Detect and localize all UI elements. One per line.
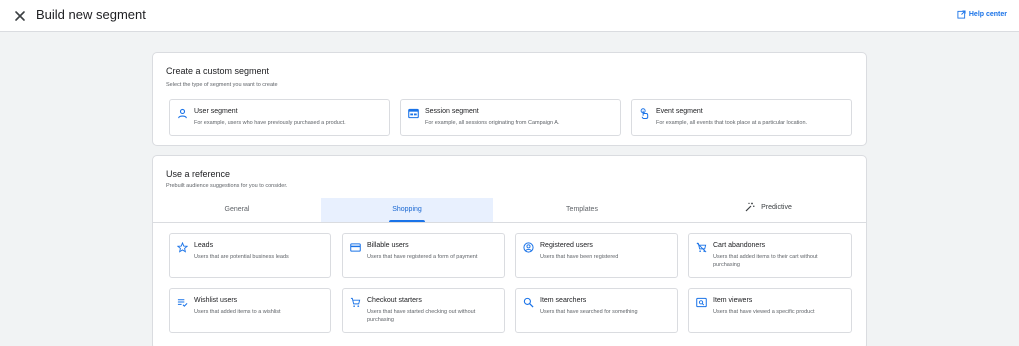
billable-users-card[interactable]: Billable users Users that have registere… <box>342 233 505 278</box>
reference-title: Use a reference <box>166 169 231 179</box>
card-description: For example, all sessions originating fr… <box>425 120 560 126</box>
tab-general[interactable]: General <box>153 198 321 222</box>
registered-users-card[interactable]: Registered users Users that have been re… <box>515 233 678 278</box>
magic-wand-icon <box>745 202 755 212</box>
card-description: For example, users who have previously p… <box>194 120 346 126</box>
page-title: Build new segment <box>36 7 146 22</box>
card-title: Cart abandoners <box>713 242 766 249</box>
card-description: Users that added items to a wishlist <box>194 309 281 315</box>
tab-label: Predictive <box>761 204 792 211</box>
item-viewers-card[interactable]: Item viewers Users that have viewed a sp… <box>688 288 852 333</box>
search-icon <box>523 297 534 308</box>
open-in-new-icon <box>957 10 966 19</box>
cart-off-icon <box>696 242 707 253</box>
help-center-label: Help center <box>968 11 1007 18</box>
touch-icon <box>639 108 650 119</box>
card-title: Item searchers <box>540 297 587 304</box>
session-segment-card[interactable]: Session segment For example, all session… <box>400 99 621 136</box>
reference-subtitle: Prebuilt audience suggestions for you to… <box>166 183 288 189</box>
user-segment-card[interactable]: User segment For example, users who have… <box>169 99 390 136</box>
card-title: Item viewers <box>713 297 753 304</box>
person-icon <box>177 108 188 119</box>
reference-panel: Use a reference Prebuilt audience sugges… <box>152 155 867 346</box>
wishlist-users-card[interactable]: Wishlist users Users that added items to… <box>169 288 331 333</box>
cart-icon <box>350 297 361 308</box>
reference-tabs: General Shopping Templates Predictive <box>153 198 866 223</box>
close-icon[interactable] <box>12 8 28 24</box>
card-description: Users that have been registered <box>540 254 619 260</box>
card-description: Users that have registered a form of pay… <box>367 254 478 260</box>
custom-segment-subtitle: Select the type of segment you want to c… <box>166 82 278 88</box>
card-title: User segment <box>194 108 238 115</box>
card-description: Users that have viewed a specific produc… <box>713 309 815 315</box>
card-title: Registered users <box>540 242 593 249</box>
account-circle-icon <box>523 242 534 253</box>
item-searchers-card[interactable]: Item searchers Users that have searched … <box>515 288 678 333</box>
card-title: Wishlist users <box>194 297 238 304</box>
custom-segment-panel: Create a custom segment Select the type … <box>152 52 867 146</box>
card-title: Leads <box>194 242 214 249</box>
leads-card[interactable]: Leads Users that are potential business … <box>169 233 331 278</box>
checkout-starters-card[interactable]: Checkout starters Users that have starte… <box>342 288 505 333</box>
item-view-icon <box>696 297 707 308</box>
card-description: Users that are potential business leads <box>194 254 289 260</box>
help-center-link[interactable]: Help center <box>957 10 1007 19</box>
active-tab-indicator <box>389 220 425 222</box>
custom-segment-title: Create a custom segment <box>166 66 270 76</box>
tab-label: Templates <box>566 206 598 213</box>
card-title: Checkout starters <box>367 297 422 304</box>
credit-card-icon <box>350 242 361 253</box>
card-title: Billable users <box>367 242 409 249</box>
card-title: Event segment <box>656 108 703 115</box>
card-description: Users that have searched for something <box>540 309 638 315</box>
tab-label: General <box>224 206 250 213</box>
tab-predictive[interactable]: Predictive <box>671 198 866 222</box>
tab-shopping[interactable]: Shopping <box>321 198 493 222</box>
event-segment-card[interactable]: Event segment For example, all events th… <box>631 99 852 136</box>
card-description: Users that have started checking out wit… <box>367 309 476 323</box>
top-bar: Build new segment Help center <box>0 0 1019 32</box>
session-icon <box>408 108 419 119</box>
playlist-check-icon <box>177 297 188 308</box>
star-icon <box>177 242 188 253</box>
cart-abandoners-card[interactable]: Cart abandoners Users that added items t… <box>688 233 852 278</box>
card-title: Session segment <box>425 108 479 115</box>
tab-label: Shopping <box>392 206 422 213</box>
tab-templates[interactable]: Templates <box>493 198 671 222</box>
card-description: Users that added items to their cart wit… <box>713 254 818 268</box>
card-description: For example, all events that took place … <box>656 120 808 126</box>
